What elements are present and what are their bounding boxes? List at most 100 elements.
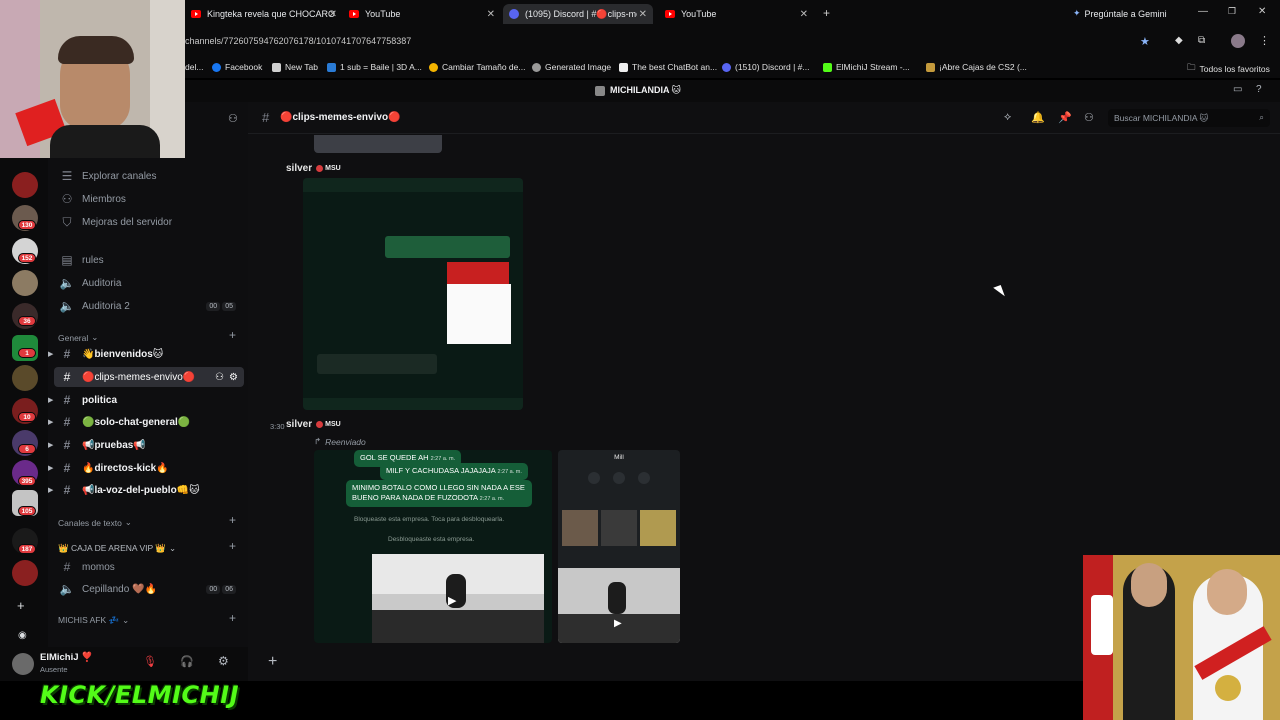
bookmark[interactable]: Generated Image xyxy=(532,62,611,72)
video-thumbnail[interactable]: ▶ xyxy=(558,568,680,643)
category-canales-de-texto[interactable]: Canales de texto ⌄ xyxy=(58,517,132,528)
sidebar-item-boosts[interactable]: ⛉ Mejoras del servidor xyxy=(54,212,244,232)
extension-icon[interactable]: ◆ xyxy=(1175,35,1183,46)
star-icon[interactable]: ★ xyxy=(1140,35,1150,48)
browser-tab-active[interactable]: (1095) Discord | #🔴clips-meme ✕ xyxy=(503,4,653,24)
close-window-button[interactable]: ✕ xyxy=(1258,6,1266,17)
play-icon[interactable]: ▶ xyxy=(448,594,456,607)
channel-bienvenidos[interactable]: ▶ # 👋bienvenidos🐱 xyxy=(48,344,244,364)
image-attachment[interactable] xyxy=(314,135,442,153)
site-icon xyxy=(532,62,541,72)
unread-badge: 395 xyxy=(18,476,36,486)
bookmark[interactable]: ElMichiJ Stream -... xyxy=(823,62,910,72)
add-channel-icon[interactable]: + xyxy=(229,611,236,625)
channel-momos[interactable]: # momos xyxy=(54,557,244,577)
add-channel-icon[interactable]: + xyxy=(229,539,236,553)
bell-icon[interactable]: 🔔 xyxy=(1031,111,1045,124)
channel-solo-chat-general[interactable]: ▶ # 🟢solo-chat-general🟢 xyxy=(48,412,244,432)
inbox-icon[interactable]: ▭ xyxy=(1233,84,1242,95)
mic-muted-icon[interactable]: 🎙 xyxy=(143,655,157,668)
add-server-icon[interactable]: + xyxy=(17,598,25,613)
puzzle-icon[interactable]: ⧉ xyxy=(1198,35,1205,46)
bookmark[interactable]: Facebook xyxy=(212,62,262,72)
facebook-icon xyxy=(212,62,221,72)
voice-channel-cepillando[interactable]: 🔈 Cepillando 🤎🔥 00 06 xyxy=(54,579,244,599)
gemini-button[interactable]: ✦ Pregúntale a Gemini xyxy=(1073,8,1167,19)
server-icon[interactable] xyxy=(12,172,38,198)
play-icon[interactable]: ▶ xyxy=(614,618,622,629)
voice-channel-auditoria-2[interactable]: 🔈 Auditoria 2 00 05 xyxy=(54,296,244,316)
maximize-button[interactable]: ❐ xyxy=(1228,6,1236,17)
channel-pruebas[interactable]: ▶ # 📢pruebas📢 xyxy=(48,435,244,455)
minimize-button[interactable]: — xyxy=(1198,6,1208,17)
image-attachment[interactable]: Mill ▶ xyxy=(558,450,680,643)
image-attachment[interactable]: GOL SE QUEDE AH 2:27 a. m. MILF Y CACHUD… xyxy=(314,450,552,643)
sidebar-item-explore[interactable]: ☰ Explorar canales xyxy=(54,166,244,186)
all-favorites[interactable]: 🗀 Todos los favoritos xyxy=(1187,62,1270,76)
help-icon[interactable]: ? xyxy=(1256,84,1262,95)
discord-icon xyxy=(722,62,731,72)
speaker-icon: 🔈 xyxy=(59,299,75,313)
bookmark[interactable]: The best ChatBot an... xyxy=(619,62,717,72)
new-tab-button[interactable]: + xyxy=(823,6,830,20)
channel-directos-kick[interactable]: ▶ # 🔥directos-kick🔥 xyxy=(48,458,244,478)
close-icon[interactable]: ✕ xyxy=(487,9,495,20)
browser-tab[interactable]: Kingteka revela que CHOCARO ✕ xyxy=(185,4,343,24)
message-author[interactable]: silver MSU xyxy=(286,419,341,430)
server-icon[interactable] xyxy=(12,365,38,391)
avatar[interactable] xyxy=(12,653,34,675)
category-general[interactable]: General ⌄ xyxy=(58,332,98,343)
threads-icon[interactable]: ⟡ xyxy=(1004,111,1011,124)
channel-header: # 🔴clips-memes-envivo🔴 ⟡ 🔔 📌 ⚇ Buscar MI… xyxy=(248,102,1280,134)
profile-avatar[interactable] xyxy=(1231,34,1245,48)
bookmark[interactable]: Cambiar Tamaño de... xyxy=(429,62,525,72)
voice-channel-auditoria[interactable]: 🔈 Auditoria xyxy=(54,273,244,293)
bookmark[interactable]: (1510) Discord | #... xyxy=(722,62,810,72)
discord-icon xyxy=(509,9,519,19)
sidebar-item-members[interactable]: ⚇ Miembros xyxy=(54,189,244,209)
channel-la-voz-del-pueblo[interactable]: ▶ # 📢la-voz-del-pueblo👊🐱 xyxy=(48,480,244,500)
system-note: Desbloqueaste esta empresa. xyxy=(388,536,475,543)
gear-icon[interactable]: ⚙ xyxy=(229,372,238,383)
channel-clips-memes-envivo[interactable]: # 🔴clips-memes-envivo🔴 ⚇ ⚙ xyxy=(54,367,244,387)
search-input[interactable]: Buscar MICHILANDIA 🐱 ⌕ xyxy=(1108,109,1270,127)
add-channel-icon[interactable]: + xyxy=(229,513,236,527)
search-icon: ⌕ xyxy=(1259,112,1264,122)
message-author[interactable]: silver MSU xyxy=(286,163,341,174)
browser-tab[interactable]: YouTube ✕ xyxy=(659,4,814,24)
members-icon[interactable]: ⚇ xyxy=(1084,111,1094,124)
discover-icon[interactable]: ◉ xyxy=(18,630,27,641)
menu-icon[interactable]: ⋮ xyxy=(1259,34,1270,47)
server-icon[interactable] xyxy=(12,270,38,296)
server-icon[interactable] xyxy=(12,560,38,586)
bookmark[interactable]: New Tab xyxy=(272,62,318,72)
chat-bubble: MINIMO BOTALO COMO LLEGO SIN NADA A ESE … xyxy=(346,480,532,507)
add-friend-icon[interactable]: ⚇ xyxy=(228,112,238,125)
url-field[interactable]: channels/772607594762076178/101074170764… xyxy=(185,36,411,46)
chatbot-icon xyxy=(619,62,628,72)
channel-politica[interactable]: ▶ # politica xyxy=(48,390,244,410)
headphones-icon[interactable]: 🎧 xyxy=(180,655,194,668)
username[interactable]: ElMichiJ ❣️ xyxy=(40,652,93,663)
channel-rules[interactable]: ▤ rules xyxy=(54,250,244,270)
close-icon[interactable]: ✕ xyxy=(329,9,337,20)
gear-icon[interactable]: ⚙ xyxy=(218,654,229,668)
invite-icon[interactable]: ⚇ xyxy=(215,372,224,383)
browser-tab[interactable]: YouTube ✕ xyxy=(343,4,501,24)
bookmarks-bar: del... Facebook New Tab 1 sub = Baile | … xyxy=(185,56,1280,78)
compass-icon: ☰ xyxy=(61,169,73,183)
close-icon[interactable]: ✕ xyxy=(639,9,647,20)
hash-icon: # xyxy=(63,393,71,407)
bookmark[interactable]: ¡Abre Cajas de CS2 (... xyxy=(926,62,1027,72)
add-channel-icon[interactable]: + xyxy=(229,328,236,342)
server-title: MICHILANDIA 🐱 xyxy=(595,85,681,96)
close-icon[interactable]: ✕ xyxy=(800,9,808,20)
add-attachment-icon[interactable]: + xyxy=(268,653,277,671)
pin-icon[interactable]: 📌 xyxy=(1058,111,1072,124)
bookmark[interactable]: del... xyxy=(185,62,203,72)
bookmark[interactable]: 1 sub = Baile | 3D A... xyxy=(327,62,422,72)
category-michis-afk[interactable]: MICHIS AFK 💤 ⌄ xyxy=(58,615,129,626)
video-thumbnail[interactable]: ▶ xyxy=(372,554,544,643)
image-attachment[interactable] xyxy=(303,178,523,410)
category-caja-de-arena[interactable]: 👑 CAJA DE ARENA VIP 👑 ⌄ xyxy=(58,543,176,554)
